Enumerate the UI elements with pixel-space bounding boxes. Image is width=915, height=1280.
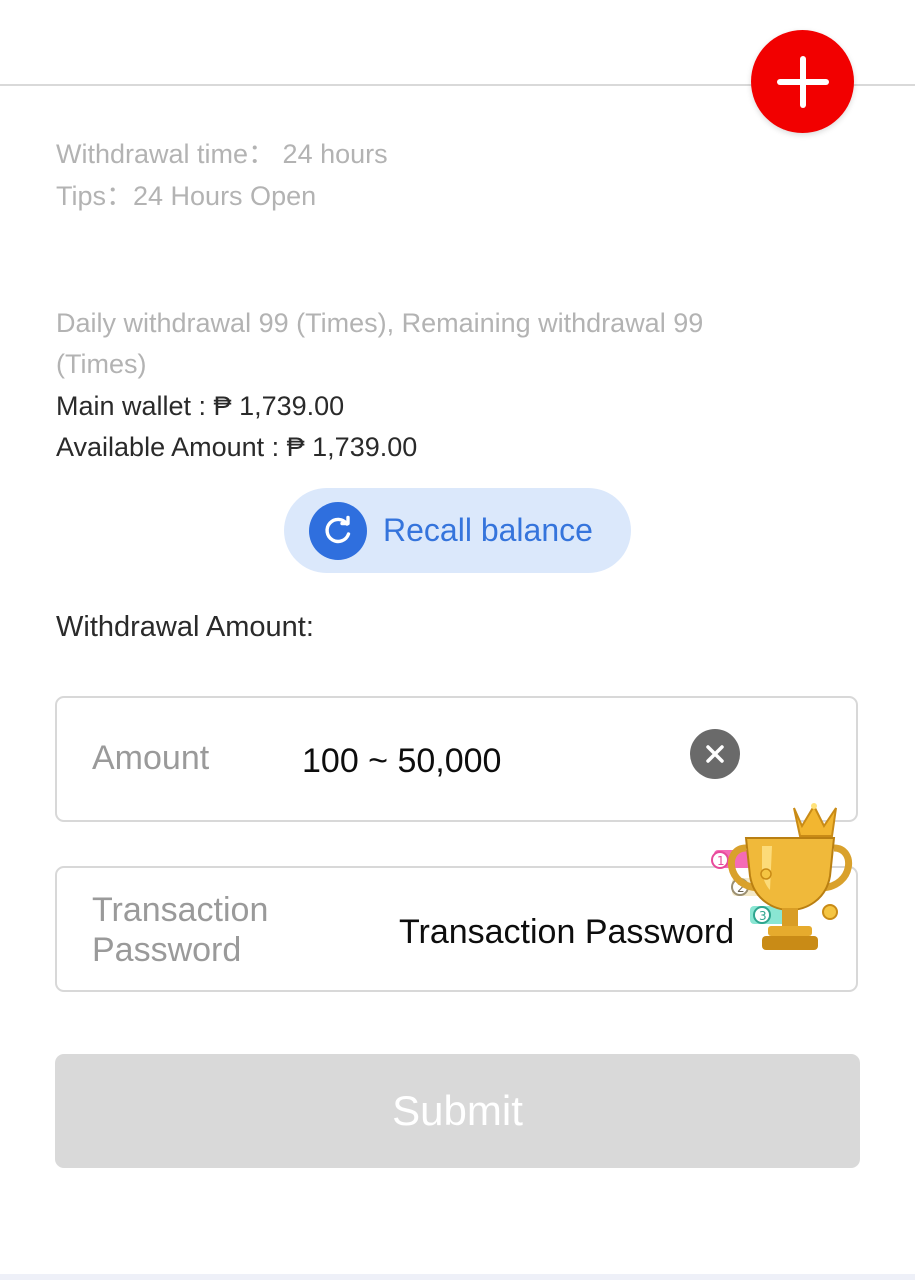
transaction-password-label-line1: Transaction: [92, 891, 269, 929]
recall-balance-button[interactable]: Recall balance: [284, 488, 631, 573]
clear-icon[interactable]: [690, 729, 740, 779]
main-wallet-text: Main wallet : ₱ 1,739.00: [56, 391, 345, 421]
add-button[interactable]: [751, 30, 854, 133]
svg-text:3: 3: [759, 909, 767, 923]
svg-text:1: 1: [717, 854, 725, 868]
amount-input[interactable]: [302, 739, 672, 783]
withdrawal-time-text: Withdrawal time： 24 hours: [56, 139, 388, 169]
daily-limit-text: Daily withdrawal 99 (Times), Remaining w…: [56, 308, 704, 338]
transaction-password-label-line2: Password: [92, 931, 242, 969]
refresh-icon: [309, 501, 367, 560]
withdrawal-page: Withdrawal time： 24 hours Tips：24 Hours …: [0, 0, 915, 1280]
transaction-password-label: Transaction Password: [92, 890, 268, 970]
transaction-password-input[interactable]: [399, 910, 759, 954]
withdrawal-amount-heading: Withdrawal Amount:: [56, 611, 314, 643]
tips-text: Tips：24 Hours Open: [56, 181, 317, 211]
submit-button[interactable]: Submit: [55, 1054, 860, 1168]
amount-label: Amount: [92, 739, 210, 777]
daily-limit-text-continued: (Times): [56, 349, 147, 379]
recall-balance-label: Recall balance: [383, 512, 593, 548]
plus-icon: [776, 55, 829, 108]
available-amount-text: Available Amount : ₱ 1,739.00: [56, 432, 418, 462]
bottom-strip: [0, 1274, 915, 1280]
trophy-icon[interactable]: 1 2 3: [706, 798, 856, 958]
